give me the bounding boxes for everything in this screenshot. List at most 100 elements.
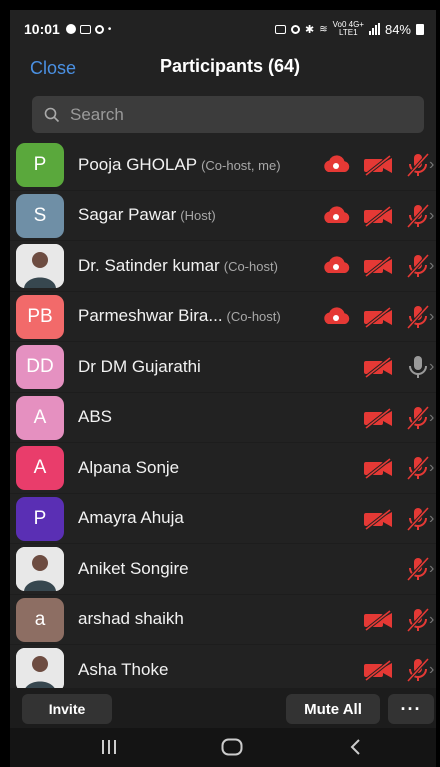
participant-role: (Host) (180, 208, 216, 224)
header: Close Participants (64) (10, 48, 436, 84)
chevron-right-icon[interactable]: › (429, 156, 434, 174)
participant-name-text: Sagar Pawar (78, 205, 177, 225)
chevron-right-icon[interactable]: › (429, 611, 434, 629)
notification-dot-icon: • (107, 23, 112, 35)
mic-muted-icon[interactable] (405, 656, 431, 689)
avatar: a (16, 597, 64, 642)
status-time: 10:01 (24, 21, 60, 37)
video-off-icon[interactable] (362, 456, 394, 485)
participant-name: Amayra Ahuja (78, 508, 184, 528)
invite-button[interactable]: Invite (22, 694, 112, 724)
more-options-button[interactable]: ··· (388, 694, 434, 724)
mic-muted-icon[interactable] (405, 404, 431, 437)
avatar: PB (16, 294, 64, 339)
participant-name: Parmeshwar Bira... (Co-host) (78, 306, 281, 326)
avatar (16, 648, 64, 692)
whatsapp-icon (65, 24, 76, 34)
mic-muted-icon[interactable] (405, 303, 431, 336)
participant-name: Sagar Pawar (Host) (78, 205, 216, 225)
signal-icon (368, 23, 380, 35)
chevron-right-icon[interactable]: › (429, 560, 434, 578)
participant-name: Pooja GHOLAP (Co-host, me) (78, 155, 281, 175)
participant-name: Dr. Satinder kumar (Co-host) (78, 256, 278, 276)
cloud-record-icon (320, 153, 352, 180)
cloud-record-icon (320, 204, 352, 231)
mic-muted-icon[interactable] (405, 202, 431, 235)
cloud-record-icon (320, 305, 352, 332)
participant-row[interactable]: Aniket Songire › (10, 544, 436, 595)
status-bar: 10:01 • ✱ ≋ Vo0 4G+ LTE1 84% (10, 10, 436, 48)
participant-row[interactable]: A Alpana Sonje › (10, 443, 436, 494)
avatar: P (16, 143, 64, 187)
chevron-right-icon[interactable]: › (429, 207, 434, 225)
participant-row[interactable]: P Pooja GHOLAP (Co-host, me) › (10, 140, 436, 191)
video-off-icon[interactable] (362, 305, 394, 334)
participants-screen: 10:01 • ✱ ≋ Vo0 4G+ LTE1 84% Close Parti… (10, 10, 436, 767)
participant-name: arshad shaikh (78, 609, 184, 629)
video-off-icon[interactable] (362, 254, 394, 283)
video-off-icon[interactable] (362, 507, 394, 536)
participant-row[interactable]: Dr. Satinder kumar (Co-host) › (10, 241, 436, 292)
search-icon (44, 107, 60, 122)
avatar: DD (16, 345, 64, 389)
avatar: S (16, 193, 64, 238)
participant-name: ABS (78, 407, 112, 427)
participant-name-text: Pooja GHOLAP (78, 154, 198, 174)
participant-name: Asha Thoke (78, 660, 168, 680)
ring-icon (291, 24, 300, 34)
participant-name-text: Dr DM Gujarathi (78, 356, 201, 376)
gallery-icon (79, 24, 91, 34)
chevron-right-icon[interactable]: › (429, 257, 434, 275)
participant-name-text: Amayra Ahuja (78, 508, 184, 528)
alarm-icon (275, 24, 286, 34)
avatar: A (16, 395, 64, 440)
video-off-icon[interactable] (362, 658, 394, 687)
home-icon[interactable] (220, 736, 244, 758)
mic-muted-icon[interactable] (405, 606, 431, 639)
wifi-icon: ≋ (319, 23, 328, 35)
chevron-right-icon[interactable]: › (429, 409, 434, 427)
participant-list: P Pooja GHOLAP (Co-host, me) › S Sagar Pawar(… (10, 140, 436, 696)
chevron-right-icon[interactable]: › (429, 308, 434, 326)
avatar: A (16, 446, 64, 490)
participant-row[interactable]: PB Parmeshwar Bira... (Co-host) › (10, 292, 436, 342)
mic-muted-icon[interactable] (405, 252, 431, 285)
participant-name: Alpana Sonje (78, 458, 179, 478)
avatar (16, 547, 64, 591)
chevron-right-icon[interactable]: › (429, 510, 434, 528)
close-button[interactable]: Close (30, 58, 76, 79)
participant-row[interactable]: a arshad shaikh › (10, 595, 436, 645)
chevron-right-icon[interactable]: › (429, 459, 434, 477)
participant-name-text: ABS (78, 407, 113, 427)
search-bar[interactable] (32, 96, 424, 133)
mic-muted-icon[interactable] (405, 555, 431, 588)
mute-all-button[interactable]: Mute All (286, 694, 380, 724)
recent-apps-icon[interactable] (98, 736, 120, 758)
participant-row[interactable]: P Amayra Ahuja › (10, 494, 436, 544)
video-off-icon[interactable] (362, 406, 394, 435)
participant-row[interactable]: S Sagar Pawar (Host) › (10, 191, 436, 241)
chevron-right-icon[interactable]: › (429, 358, 434, 376)
avatar (16, 244, 64, 288)
search-input[interactable] (70, 104, 370, 125)
participant-row[interactable]: DD Dr DM Gujarathi › (10, 342, 436, 393)
participant-name-text: Dr. Satinder kumar (78, 255, 220, 275)
android-nav-bar (10, 728, 436, 767)
video-off-icon[interactable] (362, 153, 394, 182)
participant-name-text: arshad shaikh (78, 609, 184, 629)
video-off-icon[interactable] (362, 608, 394, 637)
mic-muted-icon[interactable] (405, 151, 431, 184)
participant-role: (Co-host, me) (201, 157, 281, 173)
participant-name-text: Asha Thoke (78, 659, 169, 679)
battery-icon (416, 23, 424, 35)
video-off-icon[interactable] (362, 355, 394, 384)
mic-icon[interactable] (405, 353, 431, 386)
back-icon[interactable] (346, 736, 366, 758)
mic-muted-icon[interactable] (405, 454, 431, 487)
participant-row[interactable]: A ABS › (10, 393, 436, 443)
chevron-right-icon[interactable]: › (429, 661, 434, 679)
instagram-icon (94, 24, 104, 34)
participant-role: (Co-host) (223, 258, 278, 274)
mic-muted-icon[interactable] (405, 505, 431, 538)
video-off-icon[interactable] (362, 204, 394, 233)
